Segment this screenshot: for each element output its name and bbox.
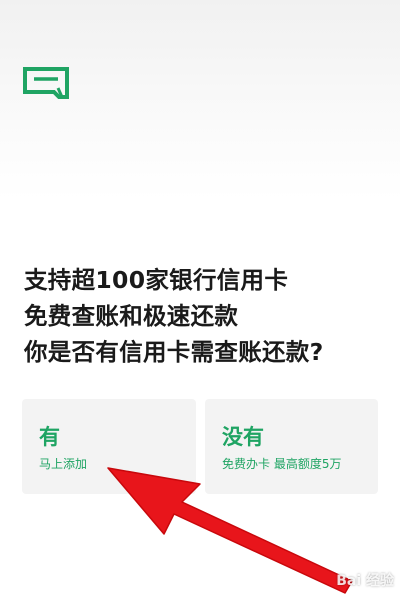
no-card-option-button[interactable]: 没有 免费办卡 最高额度5万 bbox=[205, 399, 378, 494]
headline-line-3: 你是否有信用卡需查账还款? bbox=[24, 338, 324, 366]
has-card-option-button[interactable]: 有 马上添加 bbox=[22, 399, 196, 494]
has-card-title: 有 bbox=[39, 425, 60, 449]
headline-line-2: 免费查账和极速还款 bbox=[24, 302, 239, 330]
onboarding-screen: 支持超100家银行信用卡 免费查账和极速还款 你是否有信用卡需查账还款? 有 马… bbox=[0, 0, 400, 600]
watermark-text: Bai 经验 bbox=[336, 573, 394, 589]
no-card-title: 没有 bbox=[222, 425, 264, 449]
has-card-subtitle: 马上添加 bbox=[39, 457, 88, 471]
no-card-subtitle: 免费办卡 最高额度5万 bbox=[222, 457, 342, 471]
card-logo-icon bbox=[23, 67, 69, 99]
headline: 支持超100家银行信用卡 免费查账和极速还款 你是否有信用卡需查账还款? bbox=[24, 262, 384, 370]
headline-line-1: 支持超100家银行信用卡 bbox=[24, 266, 289, 294]
